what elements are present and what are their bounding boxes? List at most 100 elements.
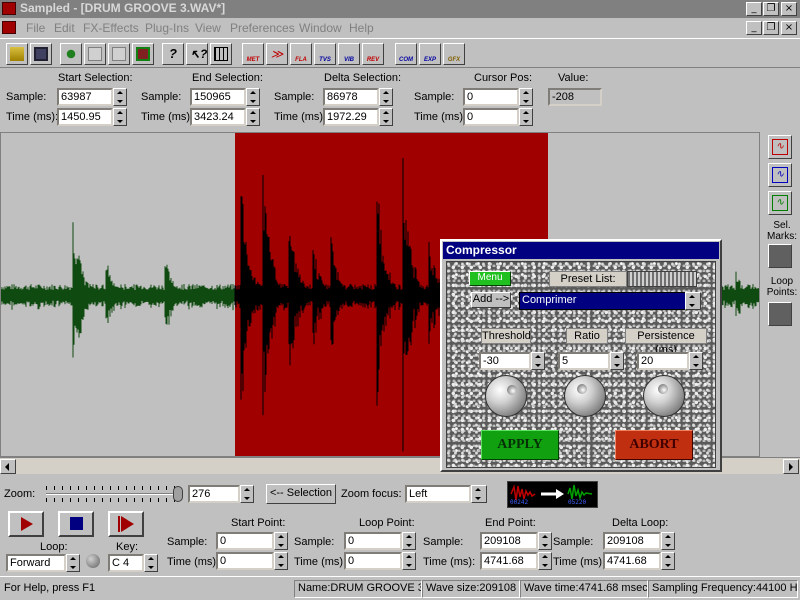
end-sample-spinner[interactable] bbox=[246, 88, 260, 106]
zoom-value-spinner[interactable] bbox=[240, 485, 254, 503]
fx-compressor-button[interactable]: COM bbox=[395, 43, 417, 65]
delta-loop-time-spinner[interactable] bbox=[661, 552, 675, 570]
copy-button[interactable] bbox=[84, 43, 106, 65]
threshold-field[interactable]: -30 bbox=[479, 352, 531, 370]
fx-tvs-button[interactable]: TVS bbox=[314, 43, 336, 65]
delta-time-spinner[interactable] bbox=[379, 108, 393, 126]
loop-mode-dropdown-icon[interactable] bbox=[66, 554, 80, 572]
end-point-time-field[interactable]: 4741.68 bbox=[480, 552, 538, 570]
close-icon[interactable]: × bbox=[781, 2, 797, 16]
start-point-sample-spinner[interactable] bbox=[274, 532, 288, 550]
fx-gfx-button[interactable]: GFX bbox=[443, 43, 465, 65]
cursor-sample-field[interactable]: 0 bbox=[463, 88, 519, 106]
zoom-slider[interactable] bbox=[46, 484, 184, 504]
zoom-value-field[interactable]: 276 bbox=[188, 485, 240, 503]
compressor-menu-button[interactable]: Menu bbox=[469, 271, 511, 286]
minimize-icon[interactable]: _ bbox=[746, 2, 762, 16]
end-sample-field[interactable]: 150965 bbox=[190, 88, 246, 106]
end-point-sample-spinner[interactable] bbox=[538, 532, 552, 550]
end-point-time-spinner[interactable] bbox=[538, 552, 552, 570]
app-icon[interactable] bbox=[2, 2, 16, 15]
delta-sample-spinner[interactable] bbox=[379, 88, 393, 106]
ratio-knob-icon[interactable] bbox=[564, 375, 606, 417]
end-time-field[interactable]: 3423.24 bbox=[190, 108, 246, 126]
loop-point-time-field[interactable]: 0 bbox=[344, 552, 402, 570]
delta-loop-time-field[interactable]: 4741.68 bbox=[603, 552, 661, 570]
abort-button[interactable]: ABORT bbox=[615, 430, 693, 460]
play-loop-button[interactable] bbox=[108, 511, 144, 537]
cursor-time-field[interactable]: 0 bbox=[463, 108, 519, 126]
delta-loop-sample-spinner[interactable] bbox=[661, 532, 675, 550]
preset-dropdown-icon[interactable] bbox=[685, 292, 701, 310]
cut-button[interactable] bbox=[60, 43, 82, 65]
menu-preferences[interactable]: Preferences bbox=[230, 21, 295, 35]
start-time-field[interactable]: 1450.95 bbox=[57, 108, 113, 126]
start-point-sample-field[interactable]: 0 bbox=[216, 532, 274, 550]
menu-edit[interactable]: Edit bbox=[54, 21, 75, 35]
doc-restore-icon[interactable]: ❐ bbox=[763, 21, 779, 35]
threshold-knob-icon[interactable] bbox=[485, 375, 527, 417]
end-time-spinner[interactable] bbox=[246, 108, 260, 126]
document-icon[interactable] bbox=[2, 21, 16, 34]
loop-point-sample-spinner[interactable] bbox=[402, 532, 416, 550]
settings-button[interactable] bbox=[210, 43, 232, 65]
zoom-slider-thumb[interactable] bbox=[173, 486, 183, 502]
start-point-time-spinner[interactable] bbox=[274, 552, 288, 570]
add-preset-button[interactable]: Add --> bbox=[471, 292, 511, 308]
delta-sample-field[interactable]: 86978 bbox=[323, 88, 379, 106]
fx-reverb-button[interactable]: REV bbox=[362, 43, 384, 65]
persistence-field[interactable]: 20 bbox=[637, 352, 689, 370]
delta-time-field[interactable]: 1972.29 bbox=[323, 108, 379, 126]
ratio-spinner[interactable] bbox=[610, 352, 624, 370]
menu-file[interactable]: File bbox=[26, 21, 45, 35]
start-sample-field[interactable]: 63987 bbox=[57, 88, 113, 106]
save-button[interactable] bbox=[30, 43, 52, 65]
paste-button[interactable] bbox=[108, 43, 130, 65]
ratio-field[interactable]: 5 bbox=[558, 352, 610, 370]
fx-echo-button[interactable]: ≫ bbox=[266, 43, 288, 65]
key-field[interactable]: C 4 bbox=[108, 554, 144, 572]
open-button[interactable] bbox=[6, 43, 28, 65]
cursor-time-spinner[interactable] bbox=[519, 108, 533, 126]
persistence-spinner[interactable] bbox=[689, 352, 703, 370]
crop-button[interactable] bbox=[132, 43, 154, 65]
apply-button[interactable]: APPLY bbox=[481, 430, 559, 460]
menu-window[interactable]: Window bbox=[299, 21, 342, 35]
zoom-focus-dropdown-icon[interactable] bbox=[471, 485, 487, 503]
cursor-sample-spinner[interactable] bbox=[519, 88, 533, 106]
context-help-button[interactable]: ↖? bbox=[186, 43, 208, 65]
waveview-blue-button[interactable]: ∿ bbox=[768, 163, 792, 187]
stop-button[interactable] bbox=[58, 511, 94, 537]
fx-flanger-button[interactable]: FLA bbox=[290, 43, 312, 65]
play-button[interactable] bbox=[8, 511, 44, 537]
waveview-green-button[interactable]: ∿ bbox=[768, 191, 792, 215]
loop-mode-select[interactable]: Forward bbox=[6, 554, 66, 572]
waveview-red-button[interactable]: ∿ bbox=[768, 135, 792, 159]
start-time-spinner[interactable] bbox=[113, 108, 127, 126]
fx-expander-button[interactable]: EXP bbox=[419, 43, 441, 65]
fx-vibrato-button[interactable]: VIB bbox=[338, 43, 360, 65]
fx-met-button[interactable]: MET bbox=[242, 43, 264, 65]
start-sample-spinner[interactable] bbox=[113, 88, 127, 106]
zoom-focus-select[interactable]: Left bbox=[405, 485, 471, 503]
delta-loop-sample-field[interactable]: 209108 bbox=[603, 532, 661, 550]
sel-marks-button[interactable] bbox=[768, 244, 792, 268]
doc-close-icon[interactable]: × bbox=[781, 21, 797, 35]
restore-icon[interactable]: ❐ bbox=[763, 2, 779, 16]
end-point-sample-field[interactable]: 209108 bbox=[480, 532, 538, 550]
persistence-knob-icon[interactable] bbox=[643, 375, 685, 417]
menu-fx-effects[interactable]: FX-Effects bbox=[83, 21, 139, 35]
scroll-left-icon[interactable] bbox=[0, 459, 16, 474]
loop-point-sample-field[interactable]: 0 bbox=[344, 532, 402, 550]
scroll-right-icon[interactable] bbox=[783, 459, 799, 474]
help-button[interactable]: ? bbox=[162, 43, 184, 65]
loop-points-button[interactable] bbox=[768, 302, 792, 326]
loop-point-time-spinner[interactable] bbox=[402, 552, 416, 570]
preset-select[interactable]: Comprimer bbox=[519, 292, 687, 310]
menu-help[interactable]: Help bbox=[349, 21, 374, 35]
zoom-to-selection-button[interactable]: <-- Selection bbox=[266, 484, 336, 504]
doc-minimize-icon[interactable]: _ bbox=[746, 21, 762, 35]
threshold-spinner[interactable] bbox=[531, 352, 545, 370]
menu-view[interactable]: View bbox=[195, 21, 221, 35]
start-point-time-field[interactable]: 0 bbox=[216, 552, 274, 570]
